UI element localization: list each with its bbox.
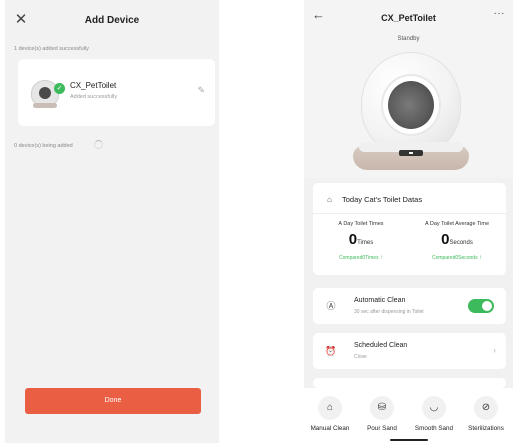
adding-note: 0 device(s) being added	[14, 143, 73, 149]
pour-sand-button[interactable]: ⛁ Pour Sand	[356, 396, 408, 432]
done-button[interactable]: Done	[25, 388, 201, 414]
up-arrow-icon: ↑	[379, 255, 383, 261]
toilet-data-card: ⌂ Today Cat's Toilet Datas A Day Toilet …	[313, 183, 506, 275]
day-times-stat: A Day Toilet Times 0Times Compared0Times…	[313, 221, 409, 261]
manual-clean-icon: ⌂	[318, 396, 342, 420]
auto-clean-icon: Ⓐ	[326, 301, 336, 311]
automatic-clean-row: Ⓐ Automatic Clean 30 sec after dispensin…	[313, 288, 506, 324]
more-options-icon[interactable]: ···	[494, 8, 506, 19]
stat-label: A Day Toilet Times	[338, 221, 384, 227]
check-icon: ✓	[54, 83, 65, 94]
sterilizations-button[interactable]: ⊘ Sterilizations	[460, 396, 512, 432]
sterilize-icon: ⊘	[474, 396, 498, 420]
up-arrow-icon: ↑	[478, 255, 482, 261]
edit-icon[interactable]: ✎	[197, 85, 205, 96]
stat-compare: Compared0Times	[339, 255, 379, 261]
device-name: CX_PetToilet	[70, 81, 117, 90]
action-label: Manual Clean	[310, 425, 350, 432]
data-card-title: Today Cat's Toilet Datas	[342, 195, 423, 204]
action-label: Sterilizations	[468, 425, 504, 432]
scheduled-clean-row[interactable]: ⏰ Scheduled Clean Close ›	[313, 333, 506, 369]
loading-spinner-icon	[94, 140, 103, 149]
add-device-screen: ✕ Add Device 1 device(s) added successfu…	[5, 0, 219, 443]
manual-clean-button[interactable]: ⌂ Manual Clean	[304, 396, 356, 432]
device-hero: ← CX_PetToilet ··· Standby	[304, 0, 513, 178]
row-subtitle: 30 sec after dispensing in Toilet	[354, 309, 424, 315]
litter-box-illustration	[353, 52, 469, 174]
stat-compare: Compared0Seconds	[432, 255, 478, 261]
row-title: Automatic Clean	[354, 297, 406, 304]
row-subtitle: Close	[354, 354, 367, 360]
page-title: Add Device	[84, 15, 140, 26]
stat-unit: Seconds	[449, 240, 473, 246]
pour-sand-icon: ⛁	[370, 396, 394, 420]
success-note: 1 device(s) added successfully	[14, 46, 89, 52]
home-indicator	[390, 439, 428, 441]
device-title: CX_PetToilet	[381, 13, 436, 23]
stat-value: 0	[348, 231, 358, 248]
chevron-right-icon: ›	[493, 345, 496, 355]
toilet-icon: ⌂	[327, 195, 332, 204]
add-device-header: ✕ Add Device	[5, 0, 219, 42]
stat-unit: Times	[357, 240, 374, 246]
device-detail-screen: ← CX_PetToilet ··· Standby ⌂ Today Cat's…	[304, 0, 513, 443]
smooth-sand-icon: ◡	[422, 396, 446, 420]
partial-card	[313, 378, 506, 388]
device-added-status: Added successfully	[70, 94, 118, 100]
action-label: Smooth Sand	[414, 425, 454, 432]
action-label: Pour Sand	[367, 425, 397, 432]
added-device-card[interactable]: ✓ CX_PetToilet Added successfully ✎	[18, 59, 215, 126]
automatic-clean-toggle[interactable]	[468, 299, 494, 313]
device-thumbnail: ✓	[28, 76, 65, 110]
smooth-sand-button[interactable]: ◡ Smooth Sand	[408, 396, 460, 432]
device-status: Standby	[397, 36, 420, 42]
bottom-action-bar: ⌂ Manual Clean ⛁ Pour Sand ◡ Smooth Sand…	[304, 388, 513, 443]
divider	[313, 213, 506, 214]
stat-label: A Day Toilet Average Time	[425, 221, 489, 227]
row-title: Scheduled Clean	[354, 342, 408, 349]
avg-time-stat: A Day Toilet Average Time 0Seconds Compa…	[409, 221, 505, 261]
alarm-clock-icon: ⏰	[325, 346, 337, 356]
